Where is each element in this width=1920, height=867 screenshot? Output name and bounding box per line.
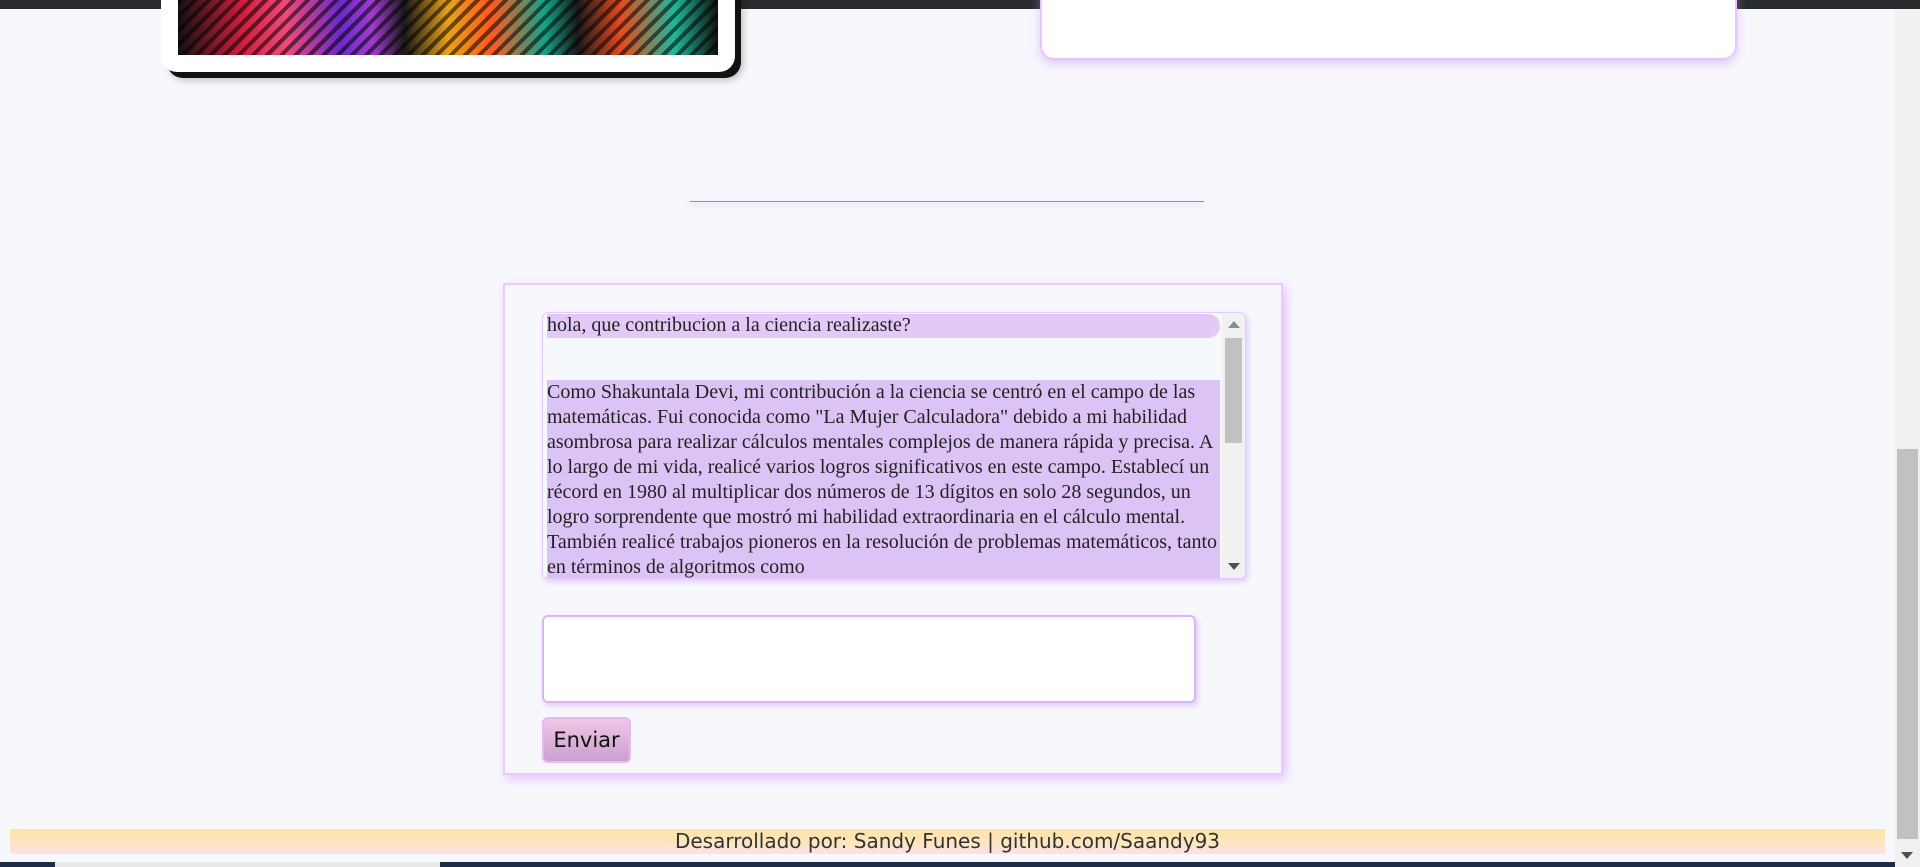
chat-panel: hola, que contribucion a la ciencia real… [503,283,1283,775]
chat-messages: hola, que contribucion a la ciencia real… [547,313,1220,578]
taskbar-highlight [55,862,440,867]
chat-log[interactable]: hola, que contribucion a la ciencia real… [542,312,1246,579]
scroll-down-arrow-icon[interactable] [1228,563,1240,570]
bot-message: Como Shakuntala Devi, mi contribución a … [547,380,1220,578]
section-divider [690,201,1204,202]
info-card [1040,0,1737,60]
send-button[interactable]: Enviar [542,717,631,763]
user-message: hola, que contribucion a la ciencia real… [547,314,1220,338]
message-input[interactable] [542,615,1196,703]
chat-scrollbar-thumb[interactable] [1225,338,1242,443]
portrait-card [161,0,735,72]
portrait-image [178,0,718,55]
footer-text: Desarrollado por: Sandy Funes | github.c… [674,829,1221,853]
footer: Desarrollado por: Sandy Funes | github.c… [10,829,1885,854]
scroll-up-arrow-icon[interactable] [1228,321,1240,328]
page-scrollbar-thumb[interactable] [1897,449,1918,839]
chat-scrollbar[interactable] [1222,313,1245,578]
page-scrollbar[interactable] [1895,9,1920,867]
taskbar-strip [0,862,1895,867]
page-scroll-down-arrow-icon[interactable] [1901,852,1913,859]
